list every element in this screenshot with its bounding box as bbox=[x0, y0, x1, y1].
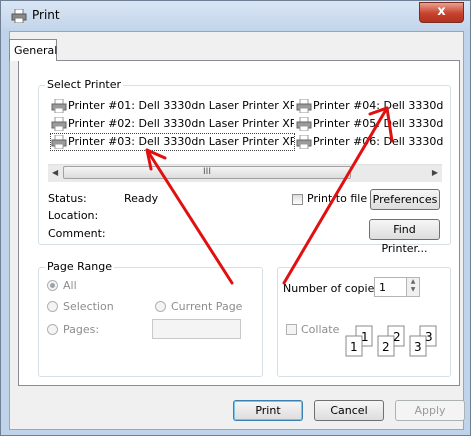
print-to-file-checkbox[interactable] bbox=[292, 194, 303, 205]
tab-label: General bbox=[14, 44, 58, 57]
printer-item-02[interactable]: Printer #02: Dell 3330dn Laser Printer X… bbox=[51, 116, 294, 132]
current-page-label[interactable]: Current Page bbox=[171, 300, 242, 313]
collate-checkbox[interactable] bbox=[286, 324, 297, 335]
printer-label: Printer #02: Dell 3330dn Laser Printer X… bbox=[68, 117, 294, 130]
collate-page-number: 2 bbox=[393, 330, 401, 344]
printer-icon bbox=[296, 99, 312, 113]
collate-label[interactable]: Collate bbox=[301, 323, 339, 336]
printer-item-01[interactable]: Printer #01: Dell 3330dn Laser Printer X… bbox=[51, 98, 294, 114]
printer-icon bbox=[296, 117, 312, 131]
pages-radio[interactable] bbox=[47, 324, 58, 335]
print-dialog: Print x General Select Printer Printer #… bbox=[0, 0, 471, 436]
collate-page-number: 1 bbox=[361, 330, 369, 344]
all-label[interactable]: All bbox=[63, 279, 77, 292]
printer-icon bbox=[11, 9, 27, 23]
copies-value: 1 bbox=[379, 281, 386, 294]
printer-label: Printer #06: Dell 3330dn L bbox=[313, 135, 444, 148]
current-page-radio[interactable] bbox=[155, 301, 166, 312]
printer-list-scrollbar[interactable]: ◀ III ▶ bbox=[48, 164, 442, 182]
title-bar[interactable]: Print x bbox=[1, 1, 470, 30]
status-value: Ready bbox=[124, 192, 159, 205]
printer-label: Printer #04: Dell 3330dn L bbox=[313, 99, 444, 112]
preferences-button[interactable]: Preferences bbox=[370, 189, 440, 210]
print-button[interactable]: Print bbox=[233, 400, 303, 421]
printer-icon bbox=[51, 99, 67, 113]
scroll-left-icon[interactable]: ◀ bbox=[52, 168, 58, 177]
apply-button[interactable]: Apply bbox=[395, 400, 465, 421]
close-button[interactable]: x bbox=[419, 2, 464, 23]
selection-radio[interactable] bbox=[47, 301, 58, 312]
collate-page-number: 3 bbox=[414, 340, 422, 354]
selection-label[interactable]: Selection bbox=[63, 300, 114, 313]
printer-item-03[interactable]: Printer #03: Dell 3330dn Laser Printer X… bbox=[50, 133, 295, 151]
printer-item-06[interactable]: Printer #06: Dell 3330dn L bbox=[296, 134, 444, 150]
comment-label: Comment: bbox=[48, 227, 106, 240]
collate-page-number: 3 bbox=[425, 330, 433, 344]
find-printer-button[interactable]: Find Printer... bbox=[369, 219, 440, 255]
printer-icon bbox=[296, 135, 312, 149]
printer-item-04[interactable]: Printer #04: Dell 3330dn L bbox=[296, 98, 444, 114]
copies-spinner[interactable]: ▲ ▼ bbox=[406, 277, 420, 297]
scroll-right-icon[interactable]: ▶ bbox=[432, 168, 438, 177]
cancel-button[interactable]: Cancel bbox=[314, 400, 384, 421]
printer-label: Printer #05: Dell 3330dn L bbox=[313, 117, 444, 130]
print-to-file-label[interactable]: Print to file bbox=[307, 192, 367, 205]
pages-input[interactable] bbox=[152, 319, 241, 339]
all-radio[interactable] bbox=[47, 280, 58, 291]
window-title: Print bbox=[32, 8, 60, 22]
printer-icon bbox=[51, 135, 67, 149]
scroll-grip-icon: III bbox=[203, 167, 211, 177]
status-label: Status: bbox=[48, 192, 87, 205]
collate-page-number: 1 bbox=[350, 340, 358, 354]
printer-label: Printer #03: Dell 3330dn Laser Printer X… bbox=[68, 135, 294, 148]
printer-label: Printer #01: Dell 3330dn Laser Printer X… bbox=[68, 99, 294, 112]
location-label: Location: bbox=[48, 209, 99, 222]
printer-icon bbox=[51, 117, 67, 131]
scrollbar-thumb[interactable]: III bbox=[63, 166, 351, 179]
number-of-copies-label: Number of copies: bbox=[283, 282, 384, 295]
tab-general[interactable]: General bbox=[9, 39, 57, 61]
pages-label[interactable]: Pages: bbox=[63, 323, 99, 336]
collate-page-number: 2 bbox=[382, 340, 390, 354]
printer-item-05[interactable]: Printer #05: Dell 3330dn L bbox=[296, 116, 444, 132]
select-printer-label: Select Printer bbox=[45, 78, 124, 91]
page-range-label: Page Range bbox=[45, 260, 114, 273]
